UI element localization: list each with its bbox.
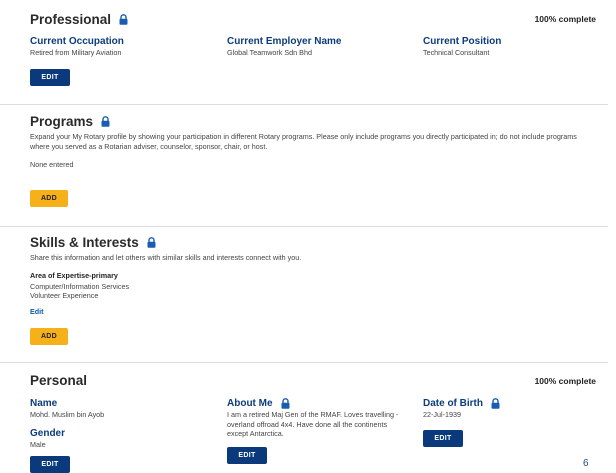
area-of-expertise-label: Area of Expertise-primary <box>30 271 118 280</box>
lock-icon <box>147 237 156 248</box>
professional-edit-button[interactable]: EDIT <box>30 69 70 86</box>
occupation-value: Retired from Military Aviation <box>30 48 122 57</box>
name-label: Name <box>30 398 58 409</box>
skills-description: Share this information and let others wi… <box>30 253 302 262</box>
area-value-2: Volunteer Experience <box>30 291 99 300</box>
lock-icon <box>281 398 290 409</box>
gender-value: Male <box>30 440 46 449</box>
position-value: Technical Consultant <box>423 48 490 57</box>
about-me-edit-button[interactable]: EDIT <box>227 447 267 464</box>
lock-icon <box>101 116 110 127</box>
completion-status: 100% complete <box>534 14 596 24</box>
about-me-value: I am a retired Maj Gen of the RMAF. Love… <box>227 410 399 438</box>
completion-status: 100% complete <box>534 376 596 386</box>
skills-add-button[interactable]: ADD <box>30 328 68 345</box>
position-label: Current Position <box>423 36 502 47</box>
about-me-label: About Me <box>227 398 290 409</box>
dob-edit-button[interactable]: EDIT <box>423 430 463 447</box>
programs-empty-text: None entered <box>30 160 74 169</box>
personal-title: Personal <box>30 373 88 388</box>
gender-label: Gender <box>30 428 66 439</box>
lock-icon <box>491 398 500 409</box>
page-number: 6 <box>583 458 589 469</box>
lock-icon <box>119 14 128 25</box>
date-of-birth-value: 22-Jul-1939 <box>423 410 461 419</box>
employer-value: Global Teamwork Sdn Bhd <box>227 48 312 57</box>
skills-title: Skills & Interests <box>30 235 156 250</box>
occupation-label: Current Occupation <box>30 36 124 47</box>
skills-edit-link[interactable]: Edit <box>30 307 44 316</box>
programs-description: Expand your My Rotary profile by showing… <box>30 132 577 151</box>
section-divider <box>0 362 608 363</box>
section-divider <box>0 104 608 105</box>
programs-add-button[interactable]: ADD <box>30 190 68 207</box>
personal-edit-button[interactable]: EDIT <box>30 456 70 473</box>
section-divider <box>0 226 608 227</box>
date-of-birth-label: Date of Birth <box>423 398 500 409</box>
programs-title: Programs <box>30 114 110 129</box>
professional-title: Professional <box>30 12 128 27</box>
employer-label: Current Employer Name <box>227 36 342 47</box>
name-value: Mohd. Muslim bin Ayob <box>30 410 105 419</box>
